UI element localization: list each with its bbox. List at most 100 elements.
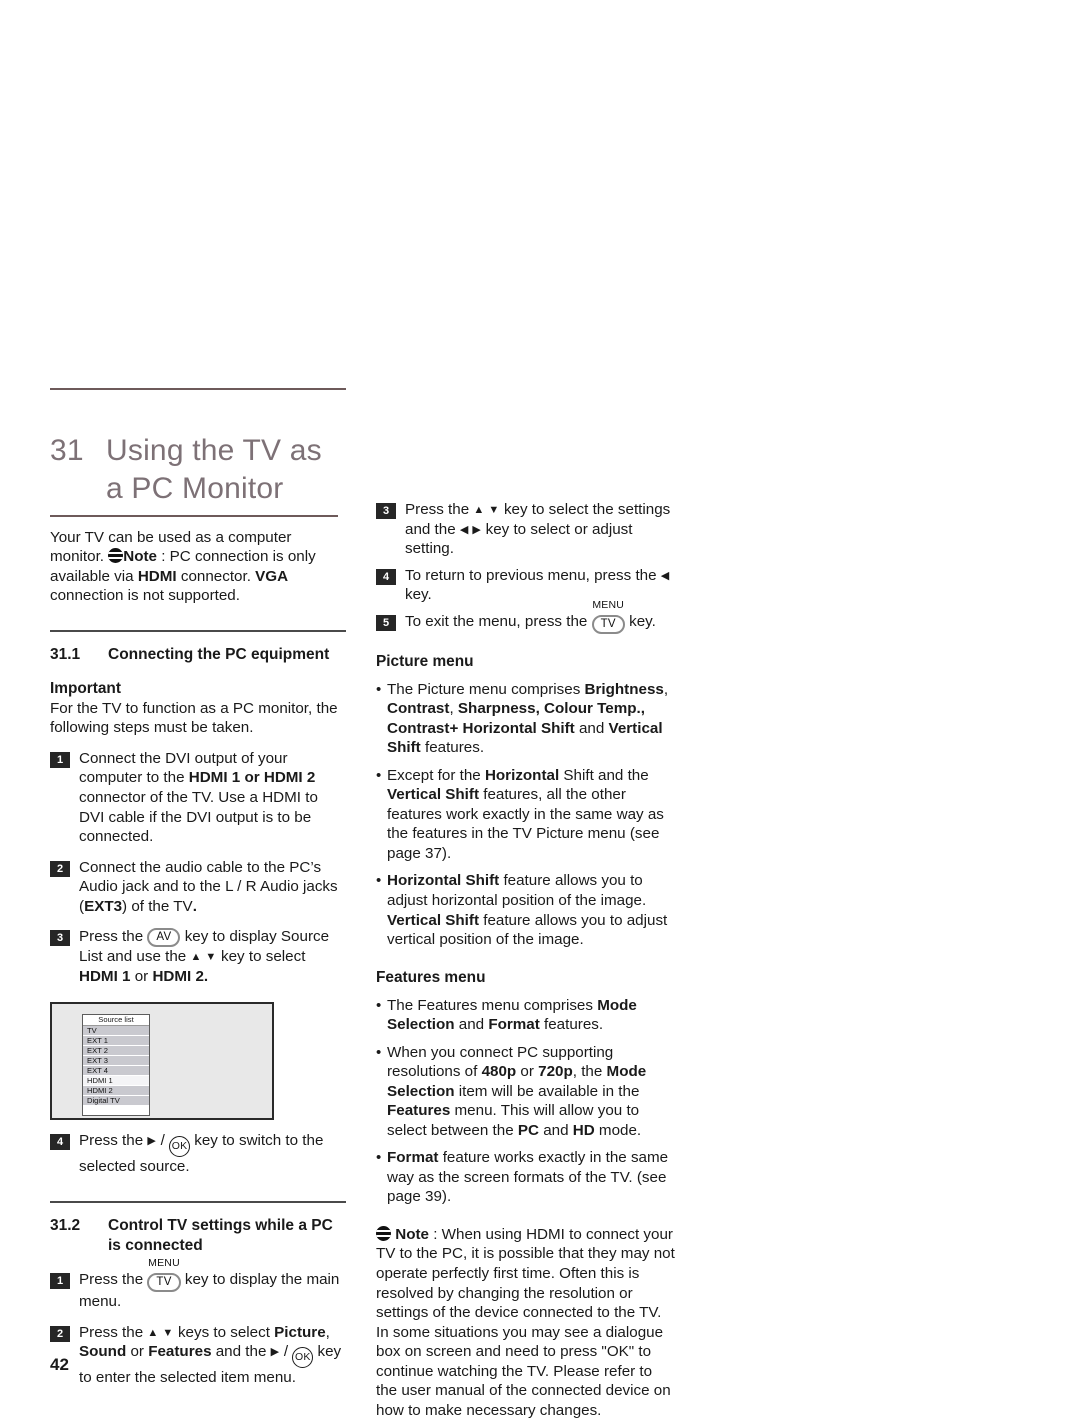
step-r-3: 3 Press the ▲ ▼ key to select the settin…: [376, 500, 676, 559]
step-number-badge: 5: [376, 614, 396, 631]
features-bullet-3: • Format feature works exactly in the sa…: [376, 1148, 676, 1207]
step-1-3: 3 Press the AV key to display Source Lis…: [50, 927, 346, 986]
step-text-b: key.: [405, 586, 432, 604]
picture-bullet-2: • Except for the Horizontal Shift and th…: [376, 766, 676, 864]
bullet-bold-features: Features: [387, 1102, 451, 1120]
step-text-b: key.: [624, 612, 656, 630]
source-list-item-ext4[interactable]: EXT 4: [83, 1066, 149, 1077]
tv-key-icon[interactable]: TV: [147, 1273, 181, 1293]
source-list-item-digital-tv[interactable]: Digital TV: [83, 1096, 149, 1107]
section-31-2-title: Control TV settings while a PC is connec…: [108, 1216, 333, 1254]
step-text-c: key to select: [216, 948, 306, 966]
bullet-text-b: or: [516, 1063, 539, 1081]
step-number-badge: 2: [50, 1325, 70, 1342]
step-number-badge: 2: [50, 860, 70, 877]
step-text-d: or: [126, 1343, 149, 1361]
source-list-item-ext3[interactable]: EXT 3: [83, 1056, 149, 1067]
bullet-bold-contrast: Contrast: [387, 700, 450, 718]
step-text-b: ) of the TV: [122, 897, 193, 915]
step-number-badge: 4: [376, 568, 396, 585]
step-text: Press the ▲ ▼ key to select the settings…: [405, 500, 676, 559]
section-31-1-title: Connecting the PC equipment: [108, 645, 330, 663]
step-text-a: To return to previous menu, press the: [405, 566, 661, 584]
menu-key-label: MENU: [148, 1257, 180, 1270]
bullet-bold-brightness: Brightness: [584, 680, 664, 698]
section-31-1-rule: [50, 629, 346, 632]
step-number-badge: 3: [50, 930, 70, 947]
intro-vga: VGA: [255, 567, 289, 585]
bullet-text: Horizontal Shift feature allows you to a…: [387, 871, 676, 949]
bullet-text-b: and: [454, 1016, 489, 1034]
step-text: Connect the audio cable to the PC’s Audi…: [79, 858, 346, 917]
source-list-item-ext2[interactable]: EXT 2: [83, 1046, 149, 1057]
bullet-icon: •: [376, 1043, 382, 1061]
step-bold-sound: Sound: [79, 1343, 127, 1361]
step-bold-b: .: [192, 897, 197, 915]
section-31-1-heading: 31.1 Connecting the PC equipment: [50, 645, 346, 665]
chapter-title: Using the TV as a PC Monitor: [106, 434, 322, 505]
source-list-item-hdmi2[interactable]: HDMI 2: [83, 1086, 149, 1097]
final-note: Note : When using HDMI to connect your T…: [376, 1225, 676, 1420]
bullet-text-e: features.: [420, 739, 485, 757]
step-text-a: Press the: [79, 1271, 148, 1289]
step-r-5: 5 To exit the menu, press the MENU TV key…: [376, 599, 676, 634]
bullet-text-d: item will be available in the: [454, 1082, 640, 1100]
source-list-item-ext1[interactable]: EXT 1: [83, 1036, 149, 1047]
menu-key-label: MENU: [592, 598, 625, 611]
up-down-arrow-icon: ▲ ▼: [473, 504, 500, 516]
note-icon: [376, 1225, 391, 1241]
step-text: Press the ▶ / OK key to switch to the se…: [79, 1131, 346, 1177]
ok-key-icon[interactable]: OK: [292, 1347, 314, 1369]
page-number: 42: [50, 1355, 69, 1374]
picture-bullet-1: • The Picture menu comprises Brightness,…: [376, 680, 676, 758]
tv-key-icon[interactable]: TV: [591, 614, 625, 634]
bullet-text: The Features menu comprises Mode Selecti…: [387, 996, 676, 1035]
right-column: 3 Press the ▲ ▼ key to select the settin…: [376, 500, 676, 1420]
left-right-arrow-icon: ◀ ▶: [459, 523, 482, 536]
step-text-f: /: [279, 1343, 293, 1361]
manual-page: 31 Using the TV as a PC Monitor Your TV …: [0, 0, 1080, 1419]
left-arrow-icon: ◀: [660, 569, 670, 582]
left-column: 31 Using the TV as a PC Monitor Your TV …: [50, 388, 346, 1388]
features-bullet-1: • The Features menu comprises Mode Selec…: [376, 996, 676, 1035]
source-list-item-tv[interactable]: TV: [83, 1026, 149, 1037]
up-down-arrow-icon: ▲ ▼: [190, 951, 217, 964]
step-text-b: connector of the TV. Use a HDMI to DVI c…: [79, 789, 318, 846]
step-number-badge: 3: [376, 503, 396, 519]
bullet-text-a: The Features menu comprises: [387, 996, 598, 1014]
bullet-icon: •: [376, 766, 382, 784]
tv-menu-key-wrap[interactable]: MENU TV: [591, 599, 625, 634]
section-31-2-number: 31.2: [50, 1216, 81, 1234]
step-bold-picture: Picture: [274, 1323, 326, 1341]
step-text-a: Press the: [79, 1132, 148, 1150]
intro-text-3: connector.: [176, 567, 256, 585]
ok-key-icon[interactable]: OK: [169, 1136, 191, 1158]
step-text-b: keys to select: [173, 1323, 275, 1341]
intro-text-4: connection is not supported.: [50, 587, 240, 605]
bullet-text-d: and: [574, 719, 609, 737]
bullet-icon: •: [376, 872, 382, 890]
source-list-header: Source list: [83, 1015, 149, 1027]
step-text-a: Press the: [405, 501, 474, 518]
bullet-text-c: features.: [539, 1016, 604, 1034]
picture-bullet-3: • Horizontal Shift feature allows you to…: [376, 871, 676, 949]
tv-menu-key-wrap[interactable]: MENU TV: [147, 1257, 181, 1293]
section-31-2-heading: 31.2 Control TV settings while a PC is c…: [50, 1216, 346, 1256]
intro-note-label: Note: [123, 548, 157, 566]
final-note-separator: :: [428, 1225, 442, 1243]
bullet-text-a: The Picture menu comprises: [387, 680, 585, 698]
up-down-arrow-icon: ▲ ▼: [147, 1326, 174, 1339]
final-note-text: When using HDMI to connect your TV to th…: [376, 1225, 675, 1419]
important-text: For the TV to function as a PC monitor, …: [50, 699, 338, 737]
section-31-1-number: 31.1: [50, 645, 81, 663]
av-key-icon[interactable]: AV: [147, 928, 181, 948]
bullet-icon: •: [376, 996, 382, 1014]
bullet-bold-horizontal-shift: Horizontal Shift: [387, 872, 500, 890]
source-list-panel: Source list TV EXT 1 EXT 2 EXT 3 EXT 4 H…: [82, 1014, 150, 1117]
step-1-2: 2 Connect the audio cable to the PC’s Au…: [50, 858, 346, 917]
step-bold-features: Features: [148, 1343, 212, 1361]
source-list-item-hdmi1[interactable]: HDMI 1: [83, 1076, 149, 1087]
step-number-badge: 1: [50, 1273, 70, 1290]
bullet-bold-horizontal: Horizontal: [484, 766, 560, 784]
step-text: To exit the menu, press the MENU TV key.: [405, 599, 676, 634]
